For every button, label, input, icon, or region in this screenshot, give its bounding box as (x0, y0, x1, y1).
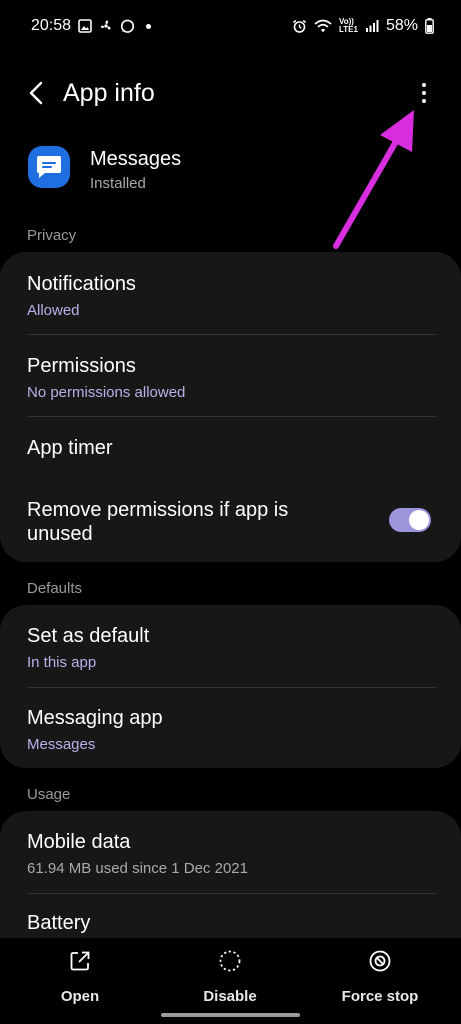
wifi-icon (314, 19, 332, 33)
divider (27, 893, 437, 894)
app-bar: App info (0, 68, 461, 118)
remove-permissions-title: Remove permissions if app is unused (27, 499, 289, 545)
disable-button[interactable]: Disable (175, 948, 285, 1005)
permissions-status: No permissions allowed (27, 384, 186, 401)
status-bar-right: Vo)) LTE1 58% (292, 17, 434, 35)
battery-percent: 58% (385, 17, 418, 34)
mobile-data-item[interactable]: Mobile data 61.94 MB used since 1 Dec 20… (27, 830, 437, 878)
back-icon (29, 81, 43, 105)
page-title: App info (63, 79, 155, 107)
more-icon-dot (422, 99, 426, 103)
signal-icon (365, 19, 379, 33)
notifications-title: Notifications (27, 273, 136, 295)
messaging-app-value: Messages (27, 736, 96, 753)
set-as-default-title: Set as default (27, 625, 150, 647)
set-as-default-status: In this app (27, 654, 97, 671)
force-stop-button[interactable]: Force stop (325, 948, 435, 1005)
mobile-data-usage: 61.94 MB used since 1 Dec 2021 (27, 860, 248, 877)
divider (27, 334, 437, 335)
messaging-app-item[interactable]: Messaging app Messages (27, 706, 437, 754)
lte-label: LTE1 (339, 25, 358, 34)
usage-card: Mobile data 61.94 MB used since 1 Dec 20… (0, 811, 461, 939)
more-options-button[interactable] (410, 78, 438, 108)
divider (27, 687, 437, 688)
open-icon (25, 948, 135, 974)
messages-app-icon (28, 146, 70, 188)
app-install-status: Installed (90, 175, 146, 192)
force-stop-icon (325, 948, 435, 974)
bottom-action-bar: Open Disable Force stop (0, 938, 461, 1024)
clock: 20:58 (31, 17, 72, 34)
volte-indicator: Vo)) LTE1 (339, 18, 358, 34)
section-usage-label: Usage (27, 786, 71, 803)
whatsapp-icon (120, 19, 135, 34)
toggle-knob (409, 510, 429, 530)
battery-item[interactable]: Battery (27, 911, 437, 935)
back-button[interactable] (22, 78, 50, 108)
notifications-status: Allowed (27, 302, 80, 319)
mobile-data-title: Mobile data (27, 831, 131, 853)
remove-permissions-toggle[interactable] (389, 508, 431, 532)
remove-permissions-item[interactable]: Remove permissions if app is unused (27, 498, 351, 546)
permissions-item[interactable]: Permissions No permissions allowed (27, 354, 437, 402)
notifications-item[interactable]: Notifications Allowed (27, 272, 437, 320)
fan-icon (99, 19, 113, 33)
divider (27, 416, 437, 417)
disable-label: Disable (203, 988, 257, 1005)
status-bar-left: 20:58 (31, 17, 152, 35)
battery-title: Battery (27, 912, 91, 934)
open-button[interactable]: Open (25, 948, 135, 1005)
notification-dot (146, 23, 152, 29)
open-label: Open (60, 988, 100, 1005)
more-icon-dot (422, 91, 426, 95)
app-timer-title: App timer (27, 437, 113, 459)
messaging-app-title: Messaging app (27, 707, 163, 729)
defaults-card: Set as default In this app Messaging app… (0, 605, 461, 768)
home-indicator (161, 1013, 300, 1017)
disable-icon (175, 948, 285, 974)
status-bar: 20:58 Vo)) LTE1 58% (0, 0, 461, 52)
battery-icon (425, 18, 434, 34)
section-privacy-label: Privacy (27, 227, 77, 244)
force-stop-label: Force stop (341, 988, 419, 1005)
set-as-default-item[interactable]: Set as default In this app (27, 624, 437, 672)
alarm-icon (292, 19, 307, 34)
image-icon (78, 19, 92, 33)
more-icon (422, 83, 426, 87)
app-name: Messages (90, 148, 182, 170)
section-defaults-label: Defaults (27, 580, 83, 597)
permissions-title: Permissions (27, 355, 136, 377)
privacy-card: Notifications Allowed Permissions No per… (0, 252, 461, 562)
app-timer-item[interactable]: App timer (27, 436, 437, 460)
